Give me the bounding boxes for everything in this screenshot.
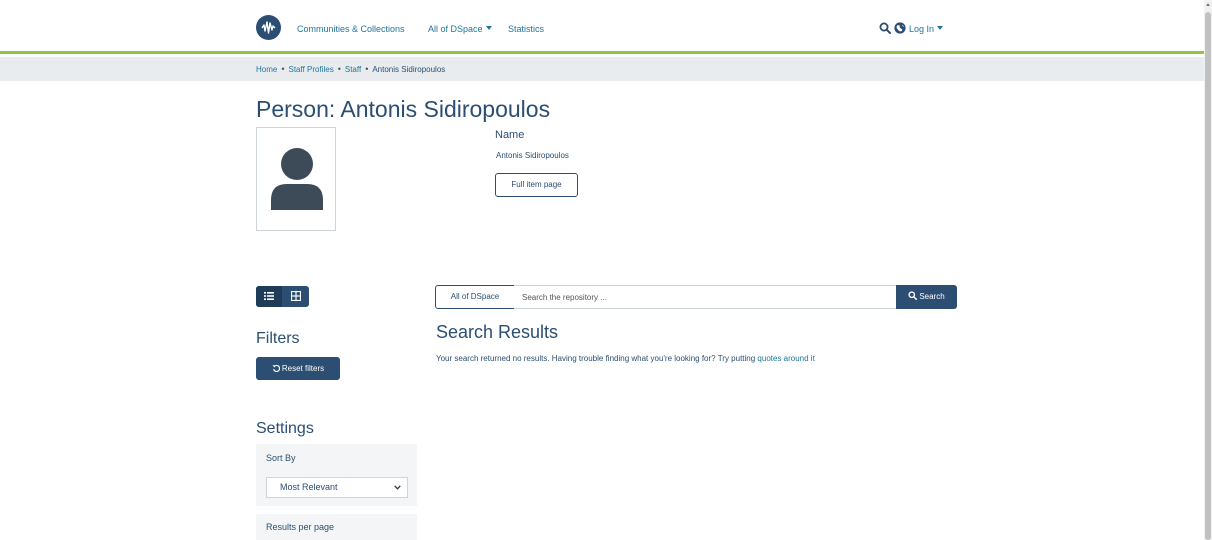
quotes-around-it-link[interactable]: quotes around it — [757, 354, 814, 363]
reset-filters-label: Reset filters — [281, 364, 325, 373]
breadcrumb-separator: • — [281, 64, 285, 74]
nav-communities-collections[interactable]: Communities & Collections — [297, 24, 405, 34]
person-avatar-icon — [271, 148, 323, 210]
breadcrumb-staff-profiles[interactable]: Staff Profiles — [289, 65, 334, 74]
search-scope-button[interactable]: All of DSpace — [435, 285, 515, 309]
person-thumbnail — [256, 127, 336, 231]
view-mode-switch — [256, 286, 309, 307]
nav-statistics[interactable]: Statistics — [508, 24, 544, 34]
name-value: Antonis Sidiropoulos — [496, 151, 569, 160]
settings-heading: Settings — [256, 420, 314, 437]
search-results-message: Your search returned no results. Having … — [436, 354, 815, 363]
search-icon — [908, 291, 918, 300]
search-icon[interactable] — [879, 22, 891, 34]
undo-icon — [272, 364, 281, 373]
globe-icon[interactable] — [894, 22, 906, 34]
no-results-text: Your search returned no results. Having … — [436, 354, 758, 363]
results-per-page-label: Results per page — [266, 522, 335, 532]
nav-all-of-dspace[interactable]: All of DSpace — [428, 24, 492, 34]
chevron-down-icon — [394, 485, 401, 490]
top-header: Communities & Collections All of DSpace … — [0, 0, 1204, 54]
sort-by-label: Sort By — [266, 453, 296, 463]
nav-all-of-dspace-label: All of DSpace — [428, 24, 483, 34]
name-label: Name — [495, 129, 525, 141]
search-input[interactable] — [514, 285, 897, 309]
sort-by-value: Most Relevant — [280, 482, 338, 492]
sort-by-select[interactable]: Most Relevant — [266, 477, 408, 498]
results-per-page-panel: Results per page — [256, 514, 417, 540]
breadcrumb-separator: • — [365, 64, 369, 74]
sort-by-panel: Sort By Most Relevant — [256, 444, 417, 506]
login-dropdown[interactable]: Log In — [909, 24, 944, 34]
breadcrumb-separator: • — [337, 64, 341, 74]
search-button-label: Search — [919, 292, 945, 301]
chevron-down-icon — [937, 26, 944, 30]
full-item-page-button[interactable]: Full item page — [495, 173, 578, 197]
grid-icon — [291, 291, 301, 301]
dspace-logo[interactable] — [256, 15, 281, 40]
reset-filters-button[interactable]: Reset filters — [256, 357, 340, 380]
page-scrollbar[interactable] — [1204, 0, 1212, 540]
list-icon — [264, 292, 274, 300]
login-label: Log In — [909, 24, 935, 34]
scroll-up-arrow-icon[interactable] — [1206, 3, 1210, 6]
chevron-down-icon — [485, 26, 492, 30]
logo-mark-icon — [261, 21, 276, 34]
search-results-heading: Search Results — [436, 322, 559, 342]
breadcrumb-home[interactable]: Home — [256, 65, 277, 74]
breadcrumb-current: Antonis Sidiropoulos — [372, 65, 446, 74]
breadcrumb-bar: Home • Staff Profiles • Staff • Antonis Sidiro… — [0, 57, 1204, 81]
breadcrumb-staff[interactable]: Staff — [345, 65, 361, 74]
page-title: Person: Antonis Sidiropoulos — [256, 96, 551, 122]
search-button[interactable]: Search — [896, 285, 957, 309]
breadcrumb: Home • Staff Profiles • Staff • Antonis Sidiro… — [256, 64, 445, 74]
scrollbar-thumb[interactable] — [1205, 12, 1211, 540]
grid-view-button[interactable] — [283, 286, 309, 307]
filters-heading: Filters — [256, 330, 300, 347]
list-view-button[interactable] — [256, 286, 282, 307]
